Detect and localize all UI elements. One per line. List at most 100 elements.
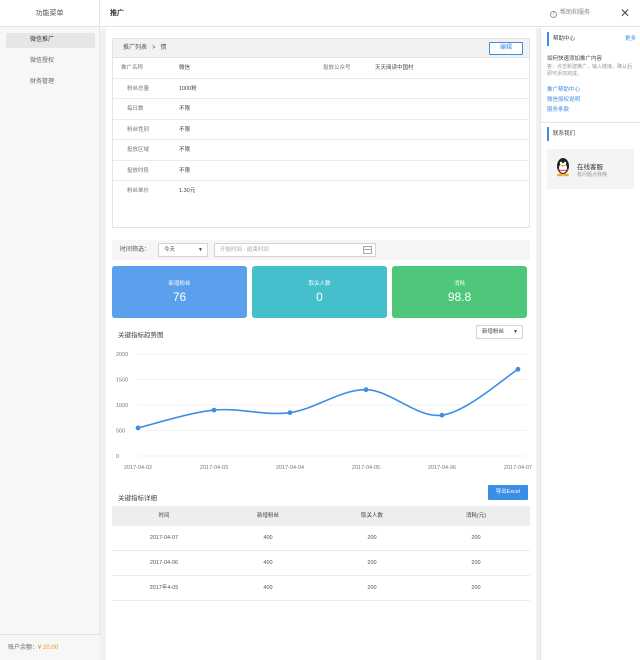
- detail-label: 推广名称: [121, 65, 144, 71]
- breadcrumb-separator: >: [152, 45, 156, 51]
- time-filter-label: 时间筛选：: [120, 247, 151, 253]
- detail-row-name: 推广名称 微信 投放公众号 天天阅读中国村: [113, 58, 529, 79]
- help-service-label: 帮助和服务: [559, 10, 590, 16]
- detail-label: 粉丝单价: [127, 188, 150, 194]
- x-tick-label: 2017-04-02: [124, 465, 152, 471]
- detail-value: 不限: [179, 126, 191, 133]
- online-service-card[interactable]: 在线客服 有问题点我哦: [547, 149, 634, 189]
- data-point: [515, 366, 521, 372]
- detail-row: 粉丝性别 不限: [113, 120, 529, 140]
- stat-card-new-fans: 新增粉丝 76: [112, 266, 247, 318]
- detail-header: 推广列表 > 情 编辑: [113, 39, 529, 58]
- detail-row: 粉丝单价 1.30元: [113, 181, 529, 202]
- help-question[interactable]: 如何快速添加推广内容: [547, 54, 634, 62]
- page-title: 推广: [110, 10, 124, 17]
- close-icon[interactable]: ✕: [620, 6, 630, 20]
- table-cell: 200: [367, 560, 377, 566]
- metrics-table-title: 关键指标详细: [118, 495, 157, 502]
- breadcrumb-current: 情: [160, 45, 167, 51]
- account-balance: 账户余额：¥ 20.00: [0, 634, 100, 660]
- calendar-icon[interactable]: [363, 246, 372, 254]
- stat-card-value: 0: [316, 290, 323, 304]
- qq-penguin-icon: [557, 158, 569, 177]
- detail-row: 粉丝总量 1000粉: [113, 79, 529, 99]
- help-center-heading: 帮助中心 更多: [547, 32, 636, 46]
- main-area: 推广列表 > 情 编辑 推广名称 微信 投放公众号 天天阅读中国村 粉丝总量 100…: [100, 28, 540, 660]
- date-range-placeholder: 开始时间 - 结束时间: [220, 247, 269, 253]
- app-window: 功能菜单 微信推广 微信授权 财务管理 账户余额：¥ 20.00 推广 ? 帮助和…: [0, 0, 640, 660]
- detail-label: 每日数: [127, 106, 144, 112]
- table-header-cell: 取关人数: [360, 513, 383, 519]
- stat-card-value: 76: [172, 290, 187, 304]
- contact-heading: 联系我们: [547, 127, 636, 141]
- x-tick-label: 2017-04-04: [276, 465, 304, 471]
- sidebar-menu: 微信推广 微信授权 财务管理: [0, 27, 99, 90]
- series-line: [137, 368, 519, 429]
- y-tick-label: 1500: [116, 378, 128, 384]
- sidebar-item-wechat-authorization[interactable]: 微信授权: [6, 54, 95, 69]
- table-cell: 2017年4-05: [149, 585, 179, 591]
- table-cell: 200: [471, 535, 481, 541]
- data-point: [439, 412, 445, 418]
- period-select[interactable]: 今天 ▼: [158, 243, 208, 257]
- table-cell: 2017-04-06: [149, 560, 179, 566]
- table-cell: 400: [263, 585, 273, 591]
- table-row: 2017年4-05 400 200 200: [112, 576, 530, 601]
- promotion-detail: 推广列表 > 情 编辑 推广名称 微信 投放公众号 天天阅读中国村 粉丝总量 100…: [112, 38, 530, 228]
- help-link-wechat-auth[interactable]: 微信授权说明: [547, 96, 634, 104]
- table-cell: 200: [471, 560, 481, 566]
- help-link-promotion[interactable]: 推广帮助中心: [547, 86, 634, 94]
- stat-card-spend: 消耗 98.8: [392, 266, 527, 318]
- detail-label: 投放时段: [127, 167, 150, 174]
- help-service-link[interactable]: ? 帮助和服务: [549, 0, 590, 27]
- date-range-input[interactable]: 开始时间 - 结束时间: [214, 243, 376, 257]
- detail-label: 投放公众号: [323, 65, 351, 71]
- caret-down-icon: ▼: [198, 247, 203, 253]
- data-point: [363, 387, 369, 393]
- detail-value: 不限: [179, 167, 191, 174]
- table-cell: 200: [367, 535, 377, 541]
- breadcrumb-parent[interactable]: 推广列表: [123, 45, 147, 51]
- detail-label: 投放区域: [127, 147, 150, 153]
- export-excel-button[interactable]: 导出Excel: [488, 485, 528, 500]
- detail-value: 微信: [179, 65, 191, 71]
- table-header: 时间 新增粉丝 取关人数 消耗(元): [112, 506, 530, 526]
- detail-value: 不限: [179, 106, 191, 112]
- sidebar-item-finance[interactable]: 财务管理: [6, 75, 95, 90]
- header: 推广 ? 帮助和服务 ✕: [100, 0, 640, 27]
- breadcrumb: 推广列表 > 情: [123, 39, 167, 58]
- more-link[interactable]: 更多: [625, 32, 636, 46]
- table-cell: 400: [263, 535, 273, 541]
- x-tick-label: 2017-04-07: [504, 465, 532, 471]
- online-service-subtitle: 有问题点我哦: [577, 172, 608, 178]
- detail-value: 1.30元: [179, 188, 196, 194]
- help-center-title: 帮助中心: [553, 36, 576, 42]
- table-cell: 200: [367, 585, 377, 591]
- help-panel: 帮助中心 更多 如何快速添加推广内容 答：点击新建推广，输入链接，确认后即可添加…: [540, 28, 640, 660]
- sidebar: 功能菜单 微信推广 微信授权 财务管理 账户余额：¥ 20.00: [0, 0, 100, 660]
- stat-card-label: 消耗: [453, 281, 465, 287]
- data-point: [287, 410, 293, 416]
- detail-label: 粉丝性别: [127, 126, 150, 133]
- stat-card-label: 新增粉丝: [168, 281, 191, 287]
- table-header-cell: 消耗(元): [465, 513, 487, 519]
- trend-metric-select[interactable]: 新增粉丝 ▼: [476, 325, 523, 339]
- help-link-terms[interactable]: 服务条款: [547, 106, 634, 114]
- y-tick-label: 1000: [116, 403, 128, 409]
- x-tick-label: 2017-04-05: [352, 465, 380, 471]
- balance-value: ¥ 20.00: [38, 645, 59, 651]
- stat-card-unfollows: 取关人数 0: [252, 266, 387, 318]
- detail-row: 每日数 不限: [113, 99, 529, 120]
- stat-card-value: 98.8: [447, 290, 472, 304]
- help-answer: 答：点击新建推广，输入链接，确认后即可添加完成。: [547, 64, 633, 77]
- trend-metric-value: 新增粉丝: [482, 329, 505, 335]
- divider: [541, 122, 640, 123]
- detail-label: 粉丝总量: [127, 85, 150, 92]
- edit-button[interactable]: 编辑: [489, 42, 523, 55]
- table-cell: 200: [471, 585, 481, 591]
- sidebar-item-wechat-promotion[interactable]: 微信推广: [6, 33, 95, 48]
- sidebar-title: 功能菜单: [0, 0, 99, 27]
- detail-row: 投放时段 不限: [113, 161, 529, 181]
- detail-value: 1000粉: [179, 85, 197, 92]
- table-row: 2017-04-06 400 200 200: [112, 551, 530, 576]
